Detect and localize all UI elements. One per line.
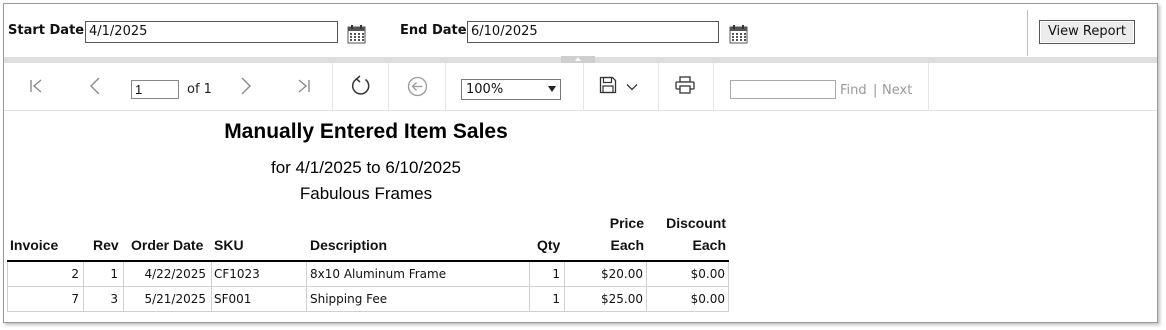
start-date-input[interactable]: 4/1/2025 <box>85 21 338 43</box>
report-date-range: for 4/1/2025 to 6/10/2025 <box>271 158 461 177</box>
toolbar-divider <box>332 63 333 110</box>
previous-page-icon[interactable] <box>88 76 102 96</box>
zoom-value: 100% <box>466 82 504 97</box>
toolbar-divider <box>928 63 929 110</box>
cell-rev: 1 <box>110 267 118 281</box>
parameter-divider <box>1027 10 1028 56</box>
column-header-sku: SKU <box>214 237 244 253</box>
report-title: Manually Entered Item Sales <box>224 120 508 143</box>
column-header-rev: Rev <box>93 237 119 253</box>
cell-sku: SF001 <box>214 292 252 306</box>
cell-discount: $0.00 <box>690 292 725 306</box>
cell-description: 8x10 Aluminum Frame <box>310 267 447 281</box>
end-date-label: End Date <box>400 23 467 38</box>
report-body: Manually Entered Item Sales for 4/1/2025… <box>4 111 1157 322</box>
end-date-input[interactable]: 6/10/2025 <box>467 21 719 43</box>
grid-line <box>728 262 729 312</box>
cell-qty: 1 <box>552 267 560 281</box>
column-header-qty: Qty <box>537 237 561 253</box>
collapse-parameters-button[interactable] <box>561 56 595 63</box>
cell-rev: 3 <box>110 292 118 306</box>
page-count-label: of 1 <box>187 82 212 97</box>
row-divider <box>7 311 729 312</box>
find-next-link[interactable]: Next <box>882 83 912 98</box>
find-input[interactable] <box>730 80 836 99</box>
zoom-select[interactable]: 100% <box>461 79 561 100</box>
cell-price: $20.00 <box>601 267 643 281</box>
column-header-discount-line2: Each <box>692 237 726 253</box>
report-company: Fabulous Frames <box>299 184 433 203</box>
cell-discount: $0.00 <box>690 267 725 281</box>
back-icon[interactable] <box>407 76 428 97</box>
page-number-input[interactable] <box>131 80 179 99</box>
toolbar-divider <box>713 63 714 110</box>
column-header-invoice: Invoice <box>10 237 59 253</box>
report-viewer: Start Date 4/1/2025 End Date 6/10/2025 V… <box>3 3 1158 323</box>
column-header-description: Description <box>310 237 388 253</box>
toolbar-divider <box>445 63 446 110</box>
cell-qty: 1 <box>552 292 560 306</box>
column-header-discount-line1: Discount <box>666 215 726 231</box>
toolbar-divider <box>658 63 659 110</box>
grid-line <box>306 262 307 312</box>
cell-invoice: 2 <box>71 267 79 281</box>
save-icon[interactable] <box>599 76 617 94</box>
cell-price: $25.00 <box>601 292 643 306</box>
last-page-icon[interactable] <box>296 78 312 94</box>
parameter-area: Start Date 4/1/2025 End Date 6/10/2025 V… <box>4 4 1157 57</box>
refresh-icon[interactable] <box>350 75 372 97</box>
cell-invoice: 7 <box>71 292 79 306</box>
toolbar-divider <box>388 63 389 110</box>
find-link[interactable]: Find <box>840 83 867 98</box>
cell-sku: CF1023 <box>214 267 260 281</box>
grid-line <box>211 262 212 312</box>
print-icon[interactable] <box>675 76 695 94</box>
column-header-order-date: Order Date <box>131 237 204 253</box>
report-toolbar: of 1 100% <box>4 63 1157 111</box>
cell-order-date: 5/21/2025 <box>144 292 206 306</box>
cell-order-date: 4/22/2025 <box>144 267 206 281</box>
next-page-icon[interactable] <box>239 76 253 96</box>
start-date-label: Start Date <box>8 23 85 38</box>
first-page-icon[interactable] <box>28 78 44 94</box>
column-header-price-line2: Each <box>610 237 644 253</box>
find-separator: | <box>873 83 878 98</box>
calendar-icon[interactable] <box>729 25 748 44</box>
cell-description: Shipping Fee <box>310 292 388 306</box>
toolbar-divider <box>583 63 584 110</box>
calendar-icon[interactable] <box>347 25 366 44</box>
chevron-down-icon[interactable] <box>626 83 638 91</box>
column-header-price-line1: Price <box>609 215 644 231</box>
view-report-button[interactable]: View Report <box>1039 20 1135 44</box>
chevron-down-icon <box>548 86 556 92</box>
